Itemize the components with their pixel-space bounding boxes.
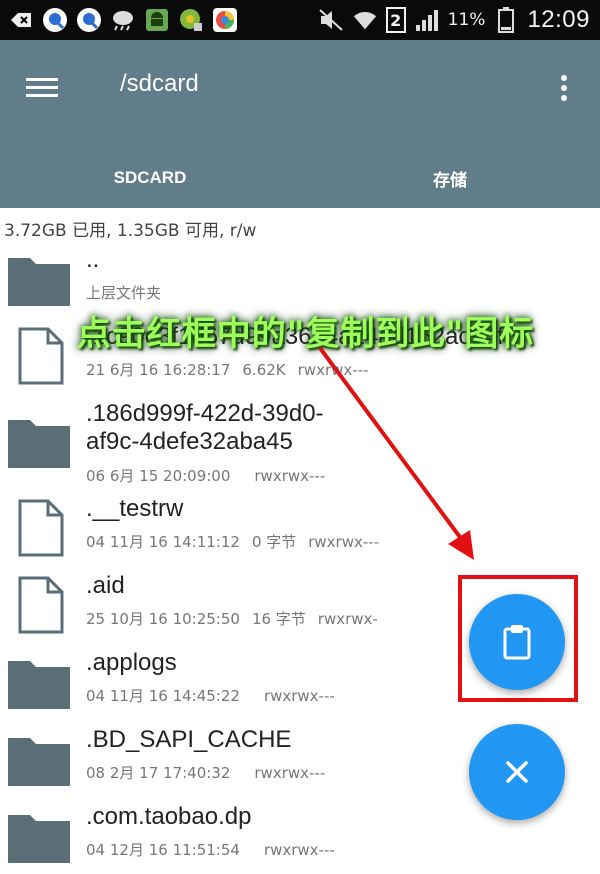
file-size: 0 字节 [251,533,297,551]
cancel-button[interactable] [469,724,565,820]
storage-info: 3.72GB 已用, 1.35GB 可用, r/w [4,221,257,241]
file-perms: rwxrwx--- [297,361,369,379]
file-date: 上层文件夹 [86,284,162,302]
menu-button[interactable] [22,68,74,108]
battery-icon [493,7,519,33]
file-perms: rwxrwx--- [263,687,335,705]
mute-icon [318,7,344,33]
file-size: 16 字节 [251,610,306,628]
file-meta: 04 11月 16 14:11:12 0 字节 rwxrwx--- [86,531,379,552]
list-item[interactable]: .186d999f-422d-39d0- af9c-4defe32aba45 0… [0,394,600,489]
file-date: 04 12月 16 11:51:54 [86,841,240,859]
app-update-icon [178,7,204,33]
file-date: 04 11月 16 14:11:12 [86,533,240,551]
app-bar: /sdcard SDCARD 存储 [0,40,600,208]
file-name: .__testrw [86,495,184,522]
file-perms: rwxrwx- [317,610,378,628]
back-icon [8,7,34,33]
file-meta: 04 12月 16 11:51:54 rwxrwx--- [86,839,335,860]
qq-icon [76,7,102,33]
clock: 12:09 [527,6,590,33]
file-perms: rwxrwx--- [254,764,326,782]
weather-icon [110,7,136,33]
annotation-banner: 点击红框中的"复制到此"图标 [76,313,535,354]
file-perms: rwxrwx--- [254,467,326,485]
qq-icon [42,7,68,33]
sim-slot-indicator: 2 [385,7,406,33]
file-name: .186d999f-422d-39d0- [86,400,324,427]
list-item[interactable]: .__testrw 04 11月 16 14:11:12 0 字节 rwxrwx--… [0,489,600,566]
file-name: .aid [86,572,125,599]
file-date: 06 6月 15 20:09:00 [86,467,231,485]
wifi-icon [352,7,378,33]
file-meta: 21 6月 16 16:28:17 6.62K rwxrwx--- [86,359,369,380]
file-date: 08 2月 17 17:40:32 [86,764,231,782]
tab-sdcard[interactable]: SDCARD [0,148,300,208]
overflow-menu-button[interactable] [554,70,574,106]
browser-icon [212,7,238,33]
clipboard-icon [503,625,531,660]
android-icon [144,7,170,33]
paste-here-button[interactable] [469,594,565,690]
folder-icon [8,420,70,468]
file-icon [18,576,64,634]
file-name: .BD_SAPI_CACHE [86,726,292,753]
file-perms: rwxrwx--- [308,533,380,551]
more-vert-icon [561,75,567,101]
notification-icons [8,4,238,36]
tab-storage[interactable]: 存储 [300,148,600,208]
file-date: 04 11月 16 14:45:22 [86,687,240,705]
file-date: 21 6月 16 16:28:17 [86,361,231,379]
file-name-continued: af9c-4defe32aba45 [86,428,293,455]
file-name: .com.taobao.dp [86,803,252,830]
close-icon [506,761,528,783]
file-meta: 04 11月 16 14:45:22 rwxrwx--- [86,685,335,706]
status-bar: 2 11% 12:09 [0,0,600,40]
current-path: /sdcard [120,70,199,97]
file-meta: 08 2月 17 17:40:32 rwxrwx--- [86,762,325,783]
file-perms: rwxrwx--- [263,841,335,859]
folder-icon [8,738,70,786]
file-meta: 上层文件夹 [86,282,161,303]
file-name: .applogs [86,649,177,676]
folder-icon [8,258,70,306]
file-size: 6.62K [242,361,286,379]
file-name: .. [86,246,100,273]
file-icon [18,499,64,557]
file-date: 25 10月 16 10:25:50 [86,610,240,628]
battery-percent: 11% [447,10,486,30]
hamburger-icon [26,78,58,97]
signal-icon [414,7,440,33]
file-meta: 06 6月 15 20:09:00 rwxrwx--- [86,465,325,486]
system-status: 2 11% 12:09 [318,0,590,40]
folder-icon [8,815,70,863]
file-meta: 25 10月 16 10:25:50 16 字节 rwxrwx- [86,608,378,629]
folder-icon [8,661,70,709]
